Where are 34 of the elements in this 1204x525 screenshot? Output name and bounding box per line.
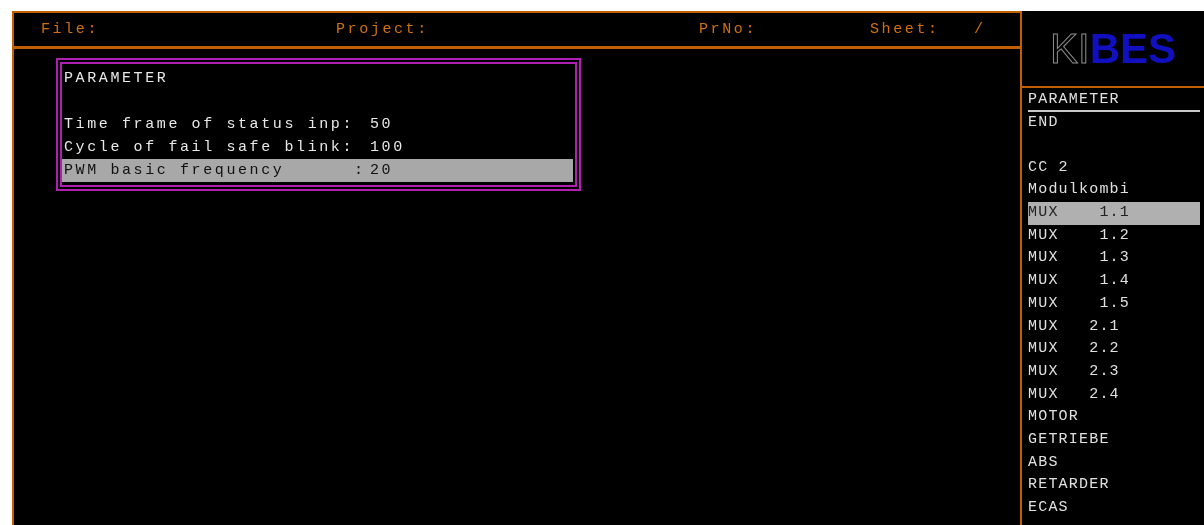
parameter-row[interactable]: Cycle of fail safe blink: 100 bbox=[62, 136, 573, 159]
menu-title: PARAMETER bbox=[1028, 89, 1200, 112]
parameter-label: PWM basic frequency : bbox=[64, 161, 367, 181]
menu-item[interactable]: GETRIEBE bbox=[1028, 428, 1200, 452]
parameter-value: 100 bbox=[370, 138, 405, 158]
parameter-value: 50 bbox=[370, 115, 394, 135]
menu-item[interactable]: MUX 1.2 bbox=[1028, 224, 1200, 248]
file-label: File: bbox=[41, 21, 99, 38]
sheet-number: / bbox=[974, 21, 986, 38]
project-label: Project: bbox=[336, 21, 429, 38]
menu-item[interactable]: MUX 1.3 bbox=[1028, 247, 1200, 271]
menu-item[interactable]: Modulkombi bbox=[1028, 179, 1200, 203]
menu-item[interactable]: MUX 2.1 bbox=[1028, 315, 1200, 339]
parameter-row[interactable]: Time frame of status inp: 50 bbox=[62, 113, 573, 136]
menu-item[interactable]: RETARDER bbox=[1028, 474, 1200, 497]
menu-item[interactable]: MUX 2.3 bbox=[1028, 360, 1200, 384]
menu-item[interactable]: CC 2 bbox=[1028, 156, 1200, 180]
parameter-label: Cycle of fail safe blink: bbox=[64, 138, 356, 158]
parameter-label: Time frame of status inp: bbox=[64, 115, 356, 135]
menu-item[interactable]: MOTOR bbox=[1028, 406, 1200, 429]
menu-item[interactable]: MUX 2.4 bbox=[1028, 383, 1200, 407]
parameter-row[interactable]: PWM basic frequency : 20 bbox=[62, 159, 573, 182]
logo: KIBES bbox=[1049, 24, 1176, 73]
prno-label: PrNo: bbox=[699, 21, 757, 38]
menu-item[interactable]: MUX 1.4 bbox=[1028, 270, 1200, 293]
menu-item[interactable]: MUX 1.5 bbox=[1028, 292, 1200, 316]
menu-item[interactable]: ABS bbox=[1028, 451, 1200, 475]
menu-item[interactable]: ECAS bbox=[1028, 497, 1200, 520]
menu-item[interactable]: MUX 1.1 bbox=[1028, 202, 1200, 225]
menu-item[interactable]: MUX 2.2 bbox=[1028, 338, 1200, 361]
parameter-value: 20 bbox=[370, 161, 394, 181]
menu-item[interactable]: END bbox=[1028, 112, 1200, 135]
dialog-title: PARAMETER bbox=[63, 69, 170, 89]
sheet-label: Sheet: bbox=[870, 21, 940, 38]
